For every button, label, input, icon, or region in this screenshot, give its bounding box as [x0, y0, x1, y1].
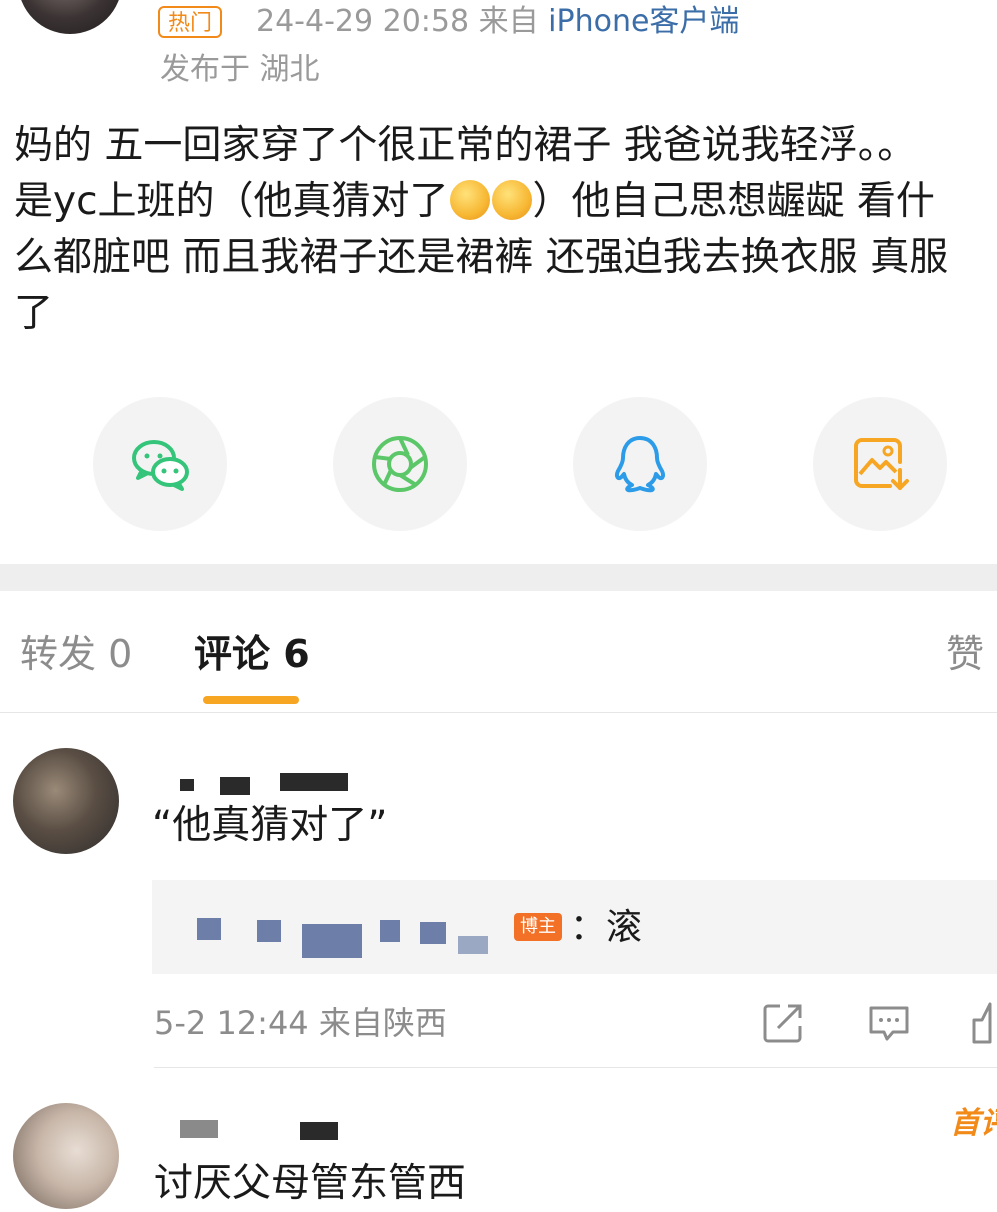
blogger-badge: 博主	[514, 913, 562, 941]
author-avatar[interactable]	[18, 0, 122, 34]
name-blur	[220, 777, 250, 795]
comment-meta: 5-2 12:44 来自陕西	[154, 1004, 447, 1042]
commenter-name-redacted	[180, 773, 370, 795]
comment-text: “他真猜对了”	[152, 803, 388, 848]
tab-likes[interactable]: 赞	[946, 628, 984, 680]
commenter-name-redacted	[180, 1120, 350, 1142]
comment-divider	[154, 1067, 997, 1068]
reply-name-blur	[257, 920, 281, 942]
reply-text: ：滚	[570, 907, 643, 948]
save-image-button[interactable]	[813, 397, 947, 531]
hot-badge: 热门	[158, 6, 223, 38]
share-moments-button[interactable]	[333, 397, 467, 531]
reply-name-blur	[302, 924, 362, 958]
post-text: 妈的 五一回家穿了个很正常的裙子 我爸说我轻浮。。 是yc上班的（他真猜对了 ）他…	[14, 118, 997, 342]
shy-emoji-icon	[491, 180, 532, 220]
section-divider	[0, 564, 997, 591]
reply-name-blur	[380, 920, 400, 942]
name-blur	[180, 779, 194, 791]
share-qq-button[interactable]	[573, 397, 707, 531]
reply-name-blur	[458, 936, 488, 954]
post-location: 发布于 湖北	[160, 52, 320, 87]
share-icon[interactable]	[760, 1000, 806, 1046]
post-meta: 24-4-29 20:58 来自 iPhone客户端	[256, 2, 739, 42]
like-icon[interactable]	[970, 1000, 997, 1046]
moments-icon	[372, 436, 428, 492]
first-comment-badge: 首评	[950, 1106, 997, 1141]
commenter-avatar[interactable]	[13, 1103, 119, 1209]
wechat-icon	[132, 440, 189, 491]
share-wechat-button[interactable]	[93, 397, 227, 531]
commenter-avatar[interactable]	[13, 748, 119, 854]
tab-repost[interactable]: 转发 0	[20, 628, 132, 680]
tabs-divider	[0, 712, 997, 713]
reply-name-blur	[420, 922, 446, 944]
post-time: 24-4-29 20:58	[256, 4, 470, 39]
reply-name-blur	[197, 918, 221, 940]
qq-icon	[614, 436, 666, 493]
name-blur	[280, 773, 348, 791]
comment-text: 讨厌父母管东管西	[154, 1161, 467, 1206]
name-blur	[300, 1122, 338, 1140]
tab-comments[interactable]: 评论 6	[194, 628, 310, 680]
active-tab-indicator	[203, 696, 299, 704]
name-blur	[180, 1120, 218, 1138]
save-image-icon	[854, 438, 909, 490]
source-client-link[interactable]: iPhone客户端	[548, 4, 739, 39]
yum-emoji-icon	[449, 180, 490, 220]
comment-icon[interactable]	[866, 1000, 912, 1046]
source-label: 来自	[478, 4, 539, 39]
